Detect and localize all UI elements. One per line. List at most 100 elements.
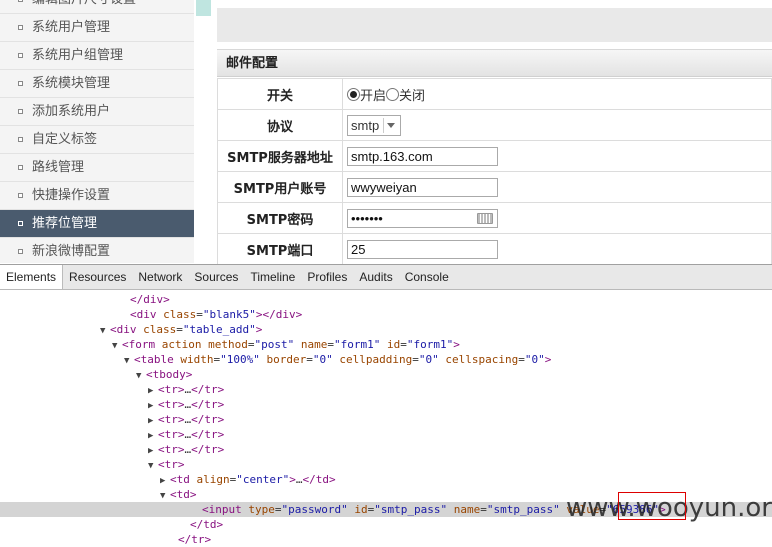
sidebar-item[interactable]: 快捷操作设置: [0, 182, 194, 210]
dom-node-line[interactable]: ▼ <table width="100%" border="0" cellpadd…: [0, 352, 772, 367]
account-label: SMTP用户账号: [217, 171, 343, 203]
server-input[interactable]: smtp.163.com: [347, 146, 498, 166]
square-bullet-icon: [18, 221, 23, 226]
dom-node-markup: <tr>…</tr>: [158, 428, 225, 441]
dom-node-line[interactable]: ▶ <tr>…</tr>: [0, 382, 772, 397]
sidebar-item-label: 系统用户管理: [32, 20, 111, 35]
switch-field: 开启 关闭: [342, 78, 772, 110]
dom-node-markup: </div>: [130, 293, 170, 306]
password-input[interactable]: •••••••: [347, 208, 498, 228]
dom-node-line[interactable]: </div>: [0, 292, 772, 307]
devtools-tab[interactable]: Timeline: [244, 265, 301, 289]
square-bullet-icon: [18, 81, 23, 86]
dom-node-line[interactable]: ▶ <td align="center">…</td>: [0, 472, 772, 487]
sidebar-item-label: 新浪微博配置: [32, 244, 111, 259]
dom-node-markup: <div class="blank5"></div>: [130, 308, 303, 321]
sidebar-item[interactable]: 系统模块管理: [0, 70, 194, 98]
devtools-tab[interactable]: Resources: [63, 265, 132, 289]
sidebar-item[interactable]: 推荐位管理: [0, 210, 194, 238]
password-field: •••••••: [342, 202, 772, 234]
sidebar-item[interactable]: 编辑图片尺寸设置: [0, 0, 194, 14]
devtools-tab[interactable]: Console: [399, 265, 455, 289]
server-field: smtp.163.com: [342, 140, 772, 172]
square-bullet-icon: [18, 0, 23, 2]
sidebar-item[interactable]: 路线管理: [0, 154, 194, 182]
dom-node-markup: <tbody>: [146, 368, 193, 381]
sidebar-item[interactable]: 系统用户管理: [0, 14, 194, 42]
keyboard-icon[interactable]: [477, 212, 493, 224]
protocol-select[interactable]: smtp: [347, 114, 402, 136]
dom-node-line[interactable]: <div class="blank5"></div>: [0, 307, 772, 322]
switch-off-radio[interactable]: [386, 87, 400, 101]
devtools-tab[interactable]: Network: [132, 265, 188, 289]
square-bullet-icon: [18, 25, 23, 30]
form-row-port: SMTP端口 25: [217, 233, 772, 265]
sidebar-item-label: 编辑图片尺寸设置: [32, 0, 136, 7]
dom-node-line[interactable]: ▼ <tr>: [0, 457, 772, 472]
sidebar-item[interactable]: 自定义标签: [0, 126, 194, 154]
sidebar-item-label: 系统用户组管理: [32, 48, 124, 63]
switch-on-label[interactable]: 开启: [360, 89, 386, 104]
devtools-tab[interactable]: Elements: [0, 265, 64, 289]
sidebar-item[interactable]: 系统用户组管理: [0, 42, 194, 70]
form-row-password: SMTP密码 •••••••: [217, 202, 772, 234]
decorative-strip: [196, 0, 211, 16]
sidebar-item-label: 添加系统用户: [32, 104, 111, 119]
dom-node-markup: <div class="table_add">: [110, 323, 263, 336]
square-bullet-icon: [18, 249, 23, 254]
dom-node-markup: <tr>…</tr>: [158, 443, 225, 456]
dom-node-markup: <td>: [170, 488, 197, 501]
header-bar: [217, 8, 772, 42]
square-bullet-icon: [18, 53, 23, 58]
form-row-server: SMTP服务器地址 smtp.163.com: [217, 140, 772, 172]
dom-node-line[interactable]: ▶ <tr>…</tr>: [0, 427, 772, 442]
square-bullet-icon: [18, 193, 23, 198]
account-input[interactable]: wwyweiyan: [347, 177, 498, 197]
dom-node-markup: <td align="center">…</td>: [170, 473, 336, 486]
sidebar-item-label: 快捷操作设置: [32, 188, 111, 203]
dom-node-markup: <tr>…</tr>: [158, 413, 225, 426]
devtools-tab[interactable]: Audits: [353, 265, 398, 289]
chevron-down-icon: [383, 117, 398, 133]
dom-node-line[interactable]: ▶ <tr>…</tr>: [0, 397, 772, 412]
sidebar-item[interactable]: 新浪微博配置: [0, 238, 194, 263]
dom-node-line[interactable]: ▼ <tbody>: [0, 367, 772, 382]
form-row-protocol: 协议 smtp: [217, 109, 772, 141]
form-row-account: SMTP用户账号 wwyweiyan: [217, 171, 772, 203]
dom-node-line[interactable]: ▶ <tr>…</tr>: [0, 412, 772, 427]
form-row-switch: 开关 开启 关闭: [217, 78, 772, 110]
switch-label: 开关: [217, 78, 343, 110]
sidebar-item-label: 自定义标签: [32, 132, 98, 147]
square-bullet-icon: [18, 109, 23, 114]
dom-node-markup: <tr>…</tr>: [158, 383, 225, 396]
port-input[interactable]: 25: [347, 239, 498, 259]
sidebar-item-label: 系统模块管理: [32, 76, 111, 91]
dom-node-line[interactable]: ▼ <form action method="post" name="form1"…: [0, 337, 772, 352]
section-title: 邮件配置: [217, 49, 772, 77]
protocol-select-value: smtp: [351, 117, 380, 133]
dom-node-line[interactable]: ▼ <div class="table_add">: [0, 322, 772, 337]
sidebar-item[interactable]: 添加系统用户: [0, 98, 194, 126]
password-dots: •••••••: [351, 210, 383, 226]
square-bullet-icon: [18, 137, 23, 142]
dom-node-markup: </td>: [190, 518, 224, 531]
port-field: 25: [342, 233, 772, 265]
sidebar-menu: 编辑图片尺寸设置系统用户管理系统用户组管理系统模块管理添加系统用户自定义标签路线…: [0, 0, 194, 263]
dom-node-markup: <table width="100%" border="0" cellpaddi…: [134, 353, 552, 366]
switch-on-radio[interactable]: [347, 87, 360, 101]
port-label: SMTP端口: [217, 233, 343, 265]
switch-off-label[interactable]: 关闭: [399, 89, 425, 104]
square-bullet-icon: [18, 165, 23, 170]
dom-node-line[interactable]: ▶ <tr>…</tr>: [0, 442, 772, 457]
devtools-tabs: Elements Resources Network Sources Timeline P…: [0, 265, 772, 290]
server-label: SMTP服务器地址: [217, 140, 343, 172]
highlight-box: [618, 492, 686, 520]
account-field: wwyweiyan: [342, 171, 772, 203]
dom-node-markup: <form action method="post" name="form1" …: [122, 338, 460, 351]
mail-config-form: 开关 开启 关闭 协议 smtp SMTP服务器地址 smtp.163.com S…: [217, 78, 772, 265]
dom-node-markup: <tr>…</tr>: [158, 398, 225, 411]
protocol-field: smtp: [342, 109, 772, 141]
devtools-tab[interactable]: Sources: [188, 265, 244, 289]
protocol-label: 协议: [217, 109, 343, 141]
devtools-tab[interactable]: Profiles: [301, 265, 353, 289]
